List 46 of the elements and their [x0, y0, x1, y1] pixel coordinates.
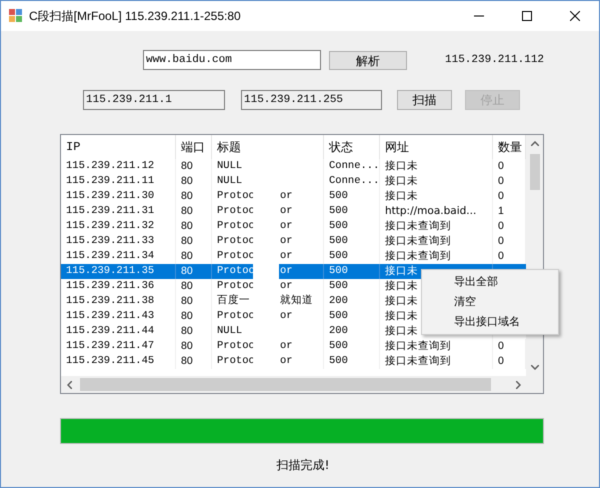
table-cell: or [279, 309, 293, 324]
table-cell: 80 [176, 354, 212, 369]
table-cell-text: Protoc [216, 309, 253, 324]
scrollbar-thumb[interactable] [80, 378, 491, 391]
resolve-button[interactable]: 解析 [329, 50, 407, 70]
table-cell-text: Protoc [216, 354, 253, 369]
table-cell-text: Protoc [216, 249, 253, 264]
table-cell-text: Protoc [216, 234, 253, 249]
table-cell-text: Protoc [216, 219, 253, 234]
app-icon [9, 9, 23, 23]
table-cell: or [279, 189, 293, 204]
table-cell-text: NULL [216, 324, 244, 339]
table-cell-text: Protoc [216, 339, 253, 354]
table-cell-text: Protoc [216, 204, 253, 219]
table-cell: or [279, 219, 293, 234]
table-cell-text: Protoc [216, 279, 253, 294]
status-text: 扫描完成! [276, 457, 330, 474]
table-cell: or [279, 249, 293, 264]
scroll-up-icon[interactable] [530, 141, 538, 146]
start-ip-field[interactable]: 115.239.211.1 [83, 90, 225, 110]
table-cell-text: Protoc [216, 189, 253, 204]
domain-field[interactable]: www.baidu.com [143, 50, 321, 70]
window-title: C段扫描[MrFooL] 115.239.211.1-255:80 [29, 8, 241, 25]
table-cell: 接口未查询到 [380, 354, 493, 369]
table-cell: or [279, 354, 293, 369]
table-cell: or [279, 279, 293, 294]
close-icon[interactable] [570, 11, 580, 21]
table-cell-text: 百度一 [216, 294, 251, 309]
scrollbar-thumb[interactable] [530, 154, 540, 190]
scan-button[interactable]: 扫描 [397, 90, 452, 110]
scroll-left-icon[interactable] [67, 380, 72, 388]
table-cell: or [279, 234, 293, 249]
table-cell-text: NULL [216, 159, 244, 174]
table-cell: 500 [324, 354, 380, 369]
table-cell-text: Protoc [216, 264, 253, 279]
maximize-icon[interactable] [522, 11, 532, 21]
table-cell: 115.239.211.45 [61, 354, 176, 369]
scroll-down-icon[interactable] [530, 365, 538, 370]
table-cell: 就知道 [279, 294, 313, 309]
table-cell: or [279, 264, 293, 279]
table-cell-text: NULL [216, 174, 244, 189]
resolved-ip: 115.239.211.112 [445, 52, 544, 68]
table-cell: or [279, 339, 293, 354]
scroll-right-icon[interactable] [516, 380, 521, 388]
end-ip-field[interactable]: 115.239.211.255 [241, 90, 382, 110]
table-cell: or [279, 204, 293, 219]
